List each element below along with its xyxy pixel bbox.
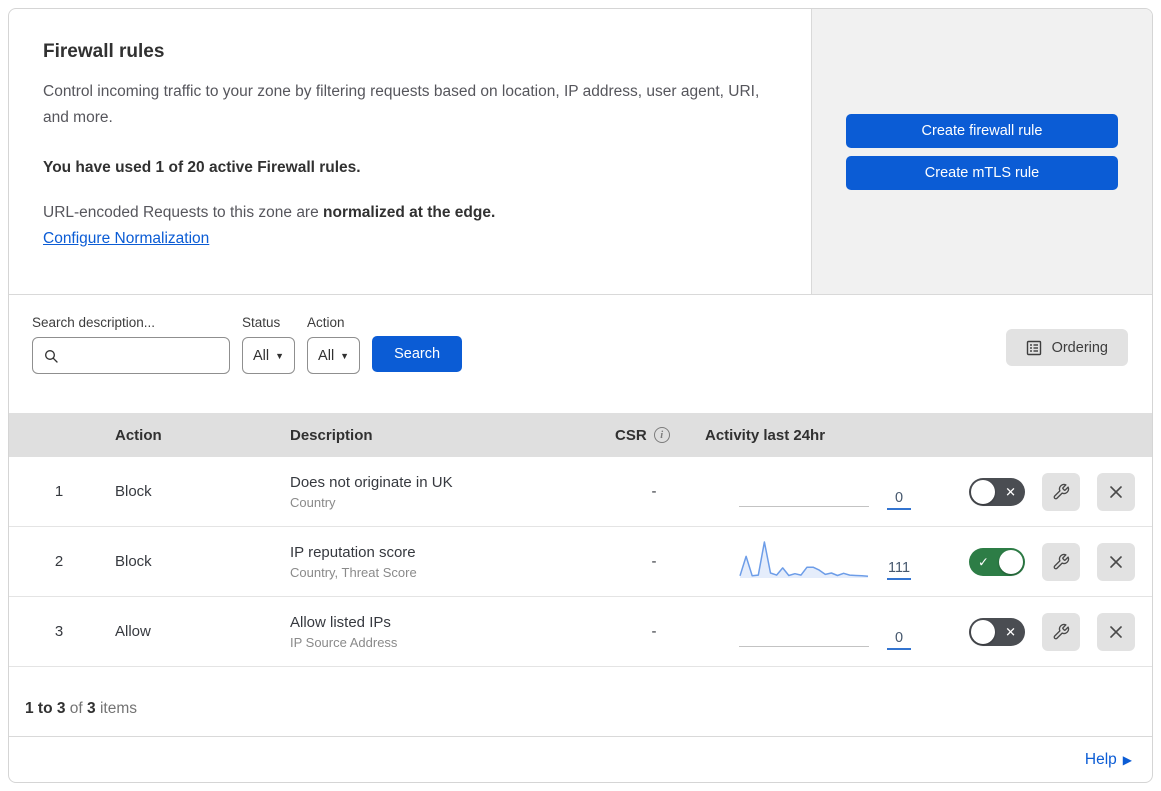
status-select[interactable]: All ▼ — [242, 337, 296, 374]
help-link[interactable]: Help ▶ — [1085, 751, 1132, 769]
rule-description: IP reputation score — [290, 543, 416, 561]
toggle-check-icon: ✓ — [978, 554, 989, 569]
status-toggle[interactable]: ✕ — [969, 477, 1025, 506]
normalization-line: URL-encoded Requests to this zone are no… — [43, 204, 777, 222]
rule-priority: 3 — [54, 623, 64, 640]
chevron-down-icon: ▼ — [275, 350, 285, 361]
search-icon — [43, 348, 59, 364]
activity-sparkline — [739, 471, 869, 513]
pagination-summary: 1 to 3 of 3 items — [25, 700, 137, 717]
search-button[interactable]: Search — [372, 336, 463, 372]
activity-count-link[interactable]: 0 — [887, 630, 911, 650]
status-toggle[interactable]: ✓ — [969, 547, 1025, 576]
rule-controls: ✕ — [949, 472, 1152, 511]
filter-bar: Search description... Status All ▼ Actio… — [9, 295, 1152, 413]
close-icon — [1108, 554, 1124, 570]
ordering-list-icon — [1026, 340, 1042, 356]
edit-rule-button[interactable] — [1042, 612, 1080, 651]
ordering-button[interactable]: Ordering — [1005, 329, 1128, 366]
description-column-header: Description — [290, 426, 373, 444]
wrench-icon — [1052, 623, 1070, 641]
activity-count-link[interactable]: 0 — [887, 490, 911, 510]
status-label: Status — [242, 315, 281, 330]
table-footer: 1 to 3 of 3 items Help ▶ — [9, 667, 1152, 782]
activity-count-link[interactable]: 111 — [887, 560, 911, 580]
rule-criteria: Country, Threat Score — [290, 564, 417, 580]
page-title: Firewall rules — [43, 41, 165, 62]
arrow-right-icon: ▶ — [1122, 752, 1132, 767]
rule-description-cell: Does not originate in UK Country — [284, 474, 609, 510]
info-icon[interactable]: i — [653, 427, 670, 443]
action-select[interactable]: All ▼ — [307, 337, 361, 374]
normalization-bold: normalized at the edge. — [323, 203, 496, 221]
rule-csr: - — [651, 483, 657, 500]
delete-rule-button[interactable] — [1097, 472, 1135, 511]
action-label: Action — [307, 315, 345, 330]
action-column-header: Action — [115, 426, 162, 444]
pagination-range: 1 to 3 — [25, 700, 66, 717]
activity-column-header: Activity last 24hr — [705, 426, 826, 444]
table-row: 3 Allow Allow listed IPs IP Source Addre… — [9, 597, 1152, 667]
rule-action: Block — [115, 483, 152, 500]
activity-sparkline — [739, 540, 869, 583]
activity-sparkline — [739, 611, 869, 653]
usage-line: You have used 1 of 20 active Firewall ru… — [43, 158, 361, 176]
status-toggle[interactable]: ✕ — [969, 617, 1025, 646]
toggle-x-icon: ✕ — [1005, 484, 1016, 499]
intro-description: Control incoming traffic to your zone by… — [43, 83, 760, 127]
rule-activity-cell: 0 — [699, 611, 949, 653]
create-firewall-rule-button[interactable]: Create firewall rule — [846, 113, 1118, 148]
rule-action: Allow — [115, 623, 151, 640]
edit-rule-button[interactable] — [1042, 542, 1080, 581]
rule-criteria: IP Source Address — [290, 634, 398, 650]
wrench-icon — [1052, 553, 1070, 571]
rule-csr: - — [651, 623, 657, 640]
rule-priority: 2 — [54, 553, 64, 570]
search-label: Search description... — [32, 315, 156, 330]
rule-description: Does not originate in UK — [290, 473, 453, 491]
search-input-wrapper — [32, 337, 230, 374]
edit-rule-button[interactable] — [1042, 472, 1080, 511]
chevron-down-icon: ▼ — [340, 350, 350, 361]
table-row: 2 Block IP reputation score Country, Thr… — [9, 527, 1152, 597]
csr-column-header: CSR i — [609, 427, 699, 444]
ordering-button-label: Ordering — [1051, 339, 1108, 356]
pagination-total: 3 — [87, 700, 96, 717]
delete-rule-button[interactable] — [1097, 542, 1135, 581]
wrench-icon — [1052, 483, 1070, 501]
rule-controls: ✓ — [949, 542, 1152, 581]
rule-csr: - — [651, 553, 657, 570]
rule-description-cell: IP reputation score Country, Threat Scor… — [284, 544, 609, 580]
create-buttons-panel: Create firewall rule Create mTLS rule — [811, 9, 1152, 294]
configure-normalization-link[interactable]: Configure Normalization — [43, 230, 209, 248]
status-select-value: All — [253, 347, 270, 364]
table-header: Action Description CSR i Activity last 2… — [9, 413, 1152, 457]
rule-priority: 1 — [54, 483, 64, 500]
close-icon — [1108, 484, 1124, 500]
toggle-x-icon: ✕ — [1005, 624, 1016, 639]
normalization-prefix: URL-encoded Requests to this zone are — [43, 203, 324, 221]
intro-text-block: Firewall rules Control incoming traffic … — [9, 9, 811, 294]
close-icon — [1108, 624, 1124, 640]
intro-section: Firewall rules Control incoming traffic … — [9, 9, 1152, 295]
search-input[interactable] — [59, 347, 219, 364]
help-row: Help ▶ — [9, 736, 1152, 782]
firewall-rules-card: Firewall rules Control incoming traffic … — [8, 8, 1153, 783]
rule-activity-cell: 111 — [699, 540, 949, 583]
rule-activity-cell: 0 — [699, 471, 949, 513]
table-row: 1 Block Does not originate in UK Country… — [9, 457, 1152, 527]
rule-action: Block — [115, 553, 152, 570]
action-select-value: All — [318, 347, 335, 364]
page: Firewall rules Control incoming traffic … — [0, 0, 1161, 791]
rule-controls: ✕ — [949, 612, 1152, 651]
create-mtls-rule-button[interactable]: Create mTLS rule — [846, 155, 1118, 190]
rule-description-cell: Allow listed IPs IP Source Address — [284, 614, 609, 650]
delete-rule-button[interactable] — [1097, 612, 1135, 651]
rule-criteria: Country — [290, 494, 336, 510]
rule-description: Allow listed IPs — [290, 613, 391, 631]
